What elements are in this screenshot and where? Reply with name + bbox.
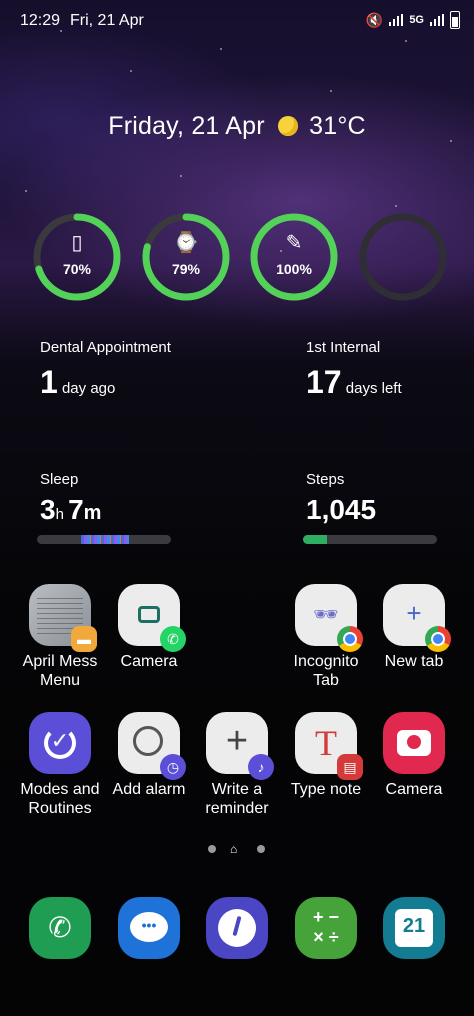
status-bar: 12:29 Fri, 21 Apr 🔇 5G <box>0 0 474 40</box>
event-unit: day ago <box>61 380 116 397</box>
app-write-reminder[interactable]: + ♪ Write a reminder <box>192 712 282 818</box>
battery-ring-phone-graphic <box>33 213 121 301</box>
app-label: Add alarm <box>112 781 186 798</box>
home-page-icon[interactable]: ⌂ <box>230 842 237 856</box>
app-label: Camera <box>120 653 178 670</box>
chrome-icon <box>425 626 451 652</box>
messages-icon: ••• <box>118 897 180 959</box>
battery-ring-pen-graphic <box>250 213 338 301</box>
clock-icon <box>206 897 268 959</box>
sunny-icon <box>277 116 298 136</box>
app-april-mess-menu[interactable]: ▬ April Mess Menu <box>15 584 105 690</box>
steps-title: Steps <box>306 471 345 488</box>
camera-icon: ✆ <box>118 584 186 652</box>
battery-percent-pen: 100% <box>276 261 312 277</box>
sleep-minutes-unit: m <box>83 502 102 524</box>
bell-icon: ♪ <box>248 754 274 780</box>
event-title: Dental Appointment <box>40 339 171 356</box>
app-label: Incognito Tab <box>293 653 359 689</box>
sleep-timeline-bar <box>37 535 171 544</box>
incognito-icon: 🕶 <box>295 584 363 652</box>
steps-progress-bar <box>303 535 437 544</box>
weather-date: Friday, 21 Apr <box>108 112 265 140</box>
signal-icon-2 <box>430 14 444 26</box>
battery-icon <box>450 11 460 29</box>
weather-widget[interactable]: Friday, 21 Apr 31°C <box>0 112 474 141</box>
sleep-stages <box>81 535 129 544</box>
mute-icon: 🔇 <box>365 11 384 28</box>
folder-icon: ▬ <box>71 626 97 652</box>
whatsapp-icon: ✆ <box>160 626 186 652</box>
battery-percent-phone: 70% <box>62 261 92 277</box>
event-internal[interactable]: 1st Internal 17 days left <box>306 339 402 401</box>
steps-progress-fill <box>303 535 328 544</box>
alarm-icon: ◷ <box>118 712 186 780</box>
battery-ring-phone: ▯ 70% <box>32 212 122 302</box>
event-dental[interactable]: Dental Appointment 1 day ago <box>40 339 171 401</box>
pen-device-icon: ✎ <box>285 232 303 254</box>
chrome-icon <box>337 626 363 652</box>
calendar-icon: 21 <box>383 897 445 959</box>
battery-ring-pen: ✎ 100% <box>249 212 339 302</box>
battery-widget[interactable]: ▯ 70% ⌚ 79% ✎ 100% <box>32 212 452 302</box>
event-value: 1 <box>40 364 58 400</box>
dock-calculator[interactable]: + − × ÷ <box>281 897 371 959</box>
battery-ring-watch-graphic <box>142 213 230 301</box>
modes-routines-icon: ✓ <box>29 712 91 774</box>
page-indicator[interactable]: ⌂ <box>0 842 474 856</box>
steps-value: 1,045 <box>306 494 377 525</box>
app-label: Type note <box>290 781 362 798</box>
status-date: Fri, 21 Apr <box>70 12 144 29</box>
app-camera-whatsapp[interactable]: ✆ Camera <box>104 584 194 671</box>
battery-ring-watch: ⌚ 79% <box>141 212 231 302</box>
network-type-label: 5G <box>409 14 424 26</box>
event-value: 17 <box>306 364 342 400</box>
app-camera[interactable]: Camera <box>369 712 459 799</box>
sleep-title: Sleep <box>40 471 79 488</box>
app-new-tab[interactable]: + New tab <box>369 584 459 671</box>
app-incognito-tab[interactable]: 🕶 Incognito Tab <box>281 584 371 690</box>
camera-icon <box>383 712 445 774</box>
app-label: April Mess Menu <box>22 653 98 689</box>
dock-phone[interactable]: ✆ <box>15 897 105 959</box>
phone-device-icon: ▯ <box>71 232 83 254</box>
sleep-hours: 3 <box>40 494 56 525</box>
battery-percent-watch: 79% <box>171 261 201 277</box>
sleep-widget[interactable]: Sleep 3h 7m <box>40 471 101 526</box>
event-unit: days left <box>345 380 402 397</box>
watch-device-icon: ⌚ <box>173 232 199 254</box>
dock-clock[interactable] <box>192 897 282 959</box>
weather-temperature: 31°C <box>309 112 366 140</box>
note-badge-icon: ▤ <box>337 754 363 780</box>
signal-icon <box>389 14 404 26</box>
steps-widget[interactable]: Steps 1,045 <box>306 471 376 526</box>
calculator-icon: + − × ÷ <box>295 897 357 959</box>
page-dot[interactable] <box>257 845 265 853</box>
battery-ring-empty-graphic <box>359 213 447 301</box>
status-icons: 🔇 5G <box>366 11 460 29</box>
app-type-note[interactable]: T ▤ Type note <box>281 712 371 799</box>
app-label: Camera <box>385 781 443 798</box>
menu-photo-icon: ▬ <box>29 584 97 652</box>
status-time: 12:29 <box>20 12 61 29</box>
app-modes-routines[interactable]: ✓ Modes and Routines <box>15 712 105 818</box>
calendar-day: 21 <box>402 915 426 937</box>
reminder-icon: + ♪ <box>206 712 274 780</box>
app-add-alarm[interactable]: ◷ Add alarm <box>104 712 194 799</box>
phone-icon: ✆ <box>29 897 91 959</box>
app-label: Write a reminder <box>205 781 269 817</box>
sleep-hours-unit: h <box>55 506 64 523</box>
sleep-minutes: 7 <box>68 494 84 525</box>
app-label: New tab <box>384 653 444 670</box>
dock-calendar[interactable]: 21 <box>369 897 459 959</box>
plus-icon: + <box>383 584 451 652</box>
app-label: Modes and Routines <box>20 781 100 817</box>
battery-ring-empty <box>358 212 448 302</box>
event-title: 1st Internal <box>306 339 381 356</box>
type-note-icon: T ▤ <box>295 712 363 780</box>
dock-messages[interactable]: ••• <box>104 897 194 959</box>
page-dot[interactable] <box>208 845 216 853</box>
clock-badge-icon: ◷ <box>160 754 186 780</box>
